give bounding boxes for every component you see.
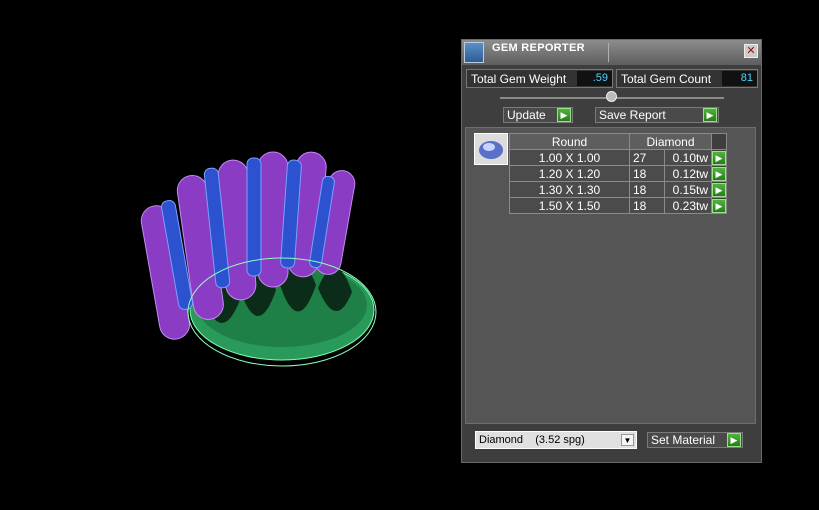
update-label: Update — [507, 108, 546, 122]
total-gem-count-value: 81 — [722, 71, 757, 86]
play-arrow-icon[interactable]: ▶ — [712, 198, 726, 213]
header-material: Diamond — [629, 133, 712, 150]
gem-weight: 0.15tw — [664, 181, 712, 198]
table-row[interactable]: 1.00 X 1.00 27 0.10tw ▶ — [509, 149, 727, 166]
panel-title: GEM REPORTER — [492, 42, 585, 54]
gem-reporter-icon — [464, 42, 484, 63]
3d-viewport[interactable] — [0, 0, 460, 505]
gem-count: 18 — [629, 197, 665, 214]
total-gem-weight-value: .59 — [577, 71, 612, 86]
gem-size: 1.20 X 1.20 — [509, 165, 630, 182]
header-spacer — [711, 133, 727, 150]
gem-reporter-panel: GEM REPORTER ✕ Total Gem Weight .59 Tota… — [461, 39, 762, 463]
update-button[interactable]: Update ▶ — [503, 107, 573, 123]
round-gem-icon[interactable] — [474, 133, 508, 165]
gem-count: 18 — [629, 181, 665, 198]
total-gem-count-field: Total Gem Count 81 — [616, 69, 758, 88]
play-arrow-icon: ▶ — [727, 433, 741, 447]
gem-weight: 0.23tw — [664, 197, 712, 214]
play-arrow-icon[interactable]: ▶ — [712, 182, 726, 197]
material-select[interactable]: Diamond (3.52 spg) ▼ — [475, 431, 637, 449]
gem-table: Round Diamond 1.00 X 1.00 27 0.10tw ▶ 1.… — [509, 133, 727, 214]
header-shape: Round — [509, 133, 630, 150]
total-gem-count-label: Total Gem Count — [621, 72, 712, 86]
close-icon[interactable]: ✕ — [744, 44, 758, 58]
gem-count: 27 — [629, 149, 665, 166]
chevron-down-icon[interactable]: ▼ — [621, 434, 634, 446]
table-row[interactable]: 1.50 X 1.50 18 0.23tw ▶ — [509, 197, 727, 214]
table-header-row: Round Diamond — [509, 133, 727, 150]
play-arrow-icon: ▶ — [557, 108, 571, 122]
titlebar-divider — [608, 43, 609, 62]
gem-weight: 0.12tw — [664, 165, 712, 182]
total-gem-weight-field: Total Gem Weight .59 — [466, 69, 613, 88]
play-arrow-icon: ▶ — [703, 108, 717, 122]
play-arrow-icon[interactable]: ▶ — [712, 166, 726, 181]
set-material-button[interactable]: Set Material ▶ — [647, 432, 743, 448]
set-material-label: Set Material — [651, 433, 716, 447]
table-row[interactable]: 1.20 X 1.20 18 0.12tw ▶ — [509, 165, 727, 182]
save-report-button[interactable]: Save Report ▶ — [595, 107, 719, 123]
save-report-label: Save Report — [599, 108, 666, 122]
gem-size: 1.00 X 1.00 — [509, 149, 630, 166]
panel-titlebar[interactable]: GEM REPORTER ✕ — [462, 40, 761, 65]
play-arrow-icon[interactable]: ▶ — [712, 150, 726, 165]
table-row[interactable]: 1.30 X 1.30 18 0.15tw ▶ — [509, 181, 727, 198]
ring-model — [140, 151, 377, 367]
gem-size: 1.50 X 1.50 — [509, 197, 630, 214]
gem-size: 1.30 X 1.30 — [509, 181, 630, 198]
material-select-value: Diamond (3.52 spg) — [479, 434, 585, 446]
gem-report-area: Round Diamond 1.00 X 1.00 27 0.10tw ▶ 1.… — [465, 127, 756, 424]
slider-handle[interactable] — [606, 91, 617, 102]
gem-weight: 0.10tw — [664, 149, 712, 166]
gem-count: 18 — [629, 165, 665, 182]
total-gem-weight-label: Total Gem Weight — [471, 72, 567, 86]
